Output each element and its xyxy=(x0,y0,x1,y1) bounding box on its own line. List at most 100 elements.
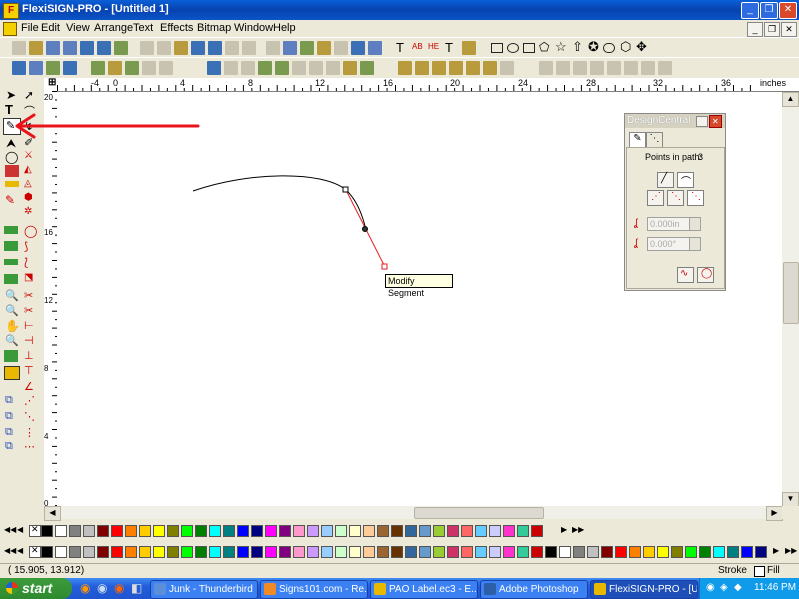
palette-next-icon[interactable]: ▶ xyxy=(773,546,779,555)
text-tool-icon[interactable]: T xyxy=(396,40,404,55)
color-swatch[interactable] xyxy=(643,546,655,558)
panel-close-button[interactable]: ✕ xyxy=(709,115,722,128)
design-central-titlebar[interactable]: DesignCentral ✕ xyxy=(625,114,725,128)
distribute-icon-g[interactable] xyxy=(500,61,514,75)
tray-icon-a[interactable]: ◉ xyxy=(706,582,715,593)
color-swatch[interactable] xyxy=(279,525,291,537)
arrow-shape-icon[interactable]: ⇧ xyxy=(572,39,583,55)
save-all-icon[interactable] xyxy=(63,41,77,55)
rounded-rect-icon[interactable] xyxy=(523,43,535,53)
burst-icon[interactable]: ✪ xyxy=(588,39,599,55)
color-swatch[interactable] xyxy=(461,546,473,558)
text-effect-icon[interactable] xyxy=(462,41,476,55)
menu-text[interactable]: Text xyxy=(133,22,153,34)
color-swatch[interactable] xyxy=(125,525,137,537)
color-swatch[interactable] xyxy=(657,546,669,558)
color-swatch[interactable] xyxy=(307,546,319,558)
color-swatch[interactable] xyxy=(363,546,375,558)
color-swatch[interactable] xyxy=(517,525,529,537)
doc-restore-button[interactable]: ❐ xyxy=(764,22,780,37)
color-swatch[interactable] xyxy=(615,546,627,558)
color-swatch[interactable] xyxy=(741,546,753,558)
path-icon-c[interactable]: ⋮ xyxy=(24,426,38,439)
task-flexisign[interactable]: FlexiSIGN-PRO - [U... xyxy=(590,580,698,599)
close-path-button[interactable]: ◯ xyxy=(697,267,714,283)
color-swatch[interactable] xyxy=(265,525,277,537)
ellipse-icon[interactable] xyxy=(507,43,519,53)
node-edit-icon[interactable]: ➚ xyxy=(24,88,38,102)
task-thunderbird[interactable]: Junk - Thunderbird xyxy=(150,580,258,599)
lock-icon[interactable] xyxy=(159,61,173,75)
scroll-left-button[interactable]: ◀ xyxy=(44,506,61,521)
color-swatch[interactable] xyxy=(727,546,739,558)
ungroup-icon[interactable] xyxy=(29,61,43,75)
scroll-down-button[interactable]: ▼ xyxy=(782,492,799,507)
color-swatch[interactable] xyxy=(251,525,263,537)
color-swatch[interactable] xyxy=(111,546,123,558)
distribute-icon-a[interactable] xyxy=(398,61,412,75)
print-icon[interactable] xyxy=(80,41,94,55)
bitmap-tool-icon[interactable] xyxy=(4,241,18,251)
combine-icon[interactable] xyxy=(46,61,60,75)
ruler-origin-icon[interactable]: ⊞ xyxy=(48,77,56,88)
view-icon-c[interactable] xyxy=(300,41,314,55)
twist-icon[interactable]: ⟅ xyxy=(24,256,38,269)
color-swatch[interactable] xyxy=(447,525,459,537)
distort-icon[interactable]: ⬢ xyxy=(24,192,38,204)
zoom-tool-icon[interactable]: 🔍 xyxy=(5,289,19,302)
color-swatch[interactable] xyxy=(335,525,347,537)
view-icon-a[interactable] xyxy=(266,41,280,55)
color-swatch[interactable] xyxy=(349,525,361,537)
color-swatch[interactable] xyxy=(531,546,543,558)
angle-icon[interactable]: ∠ xyxy=(24,380,38,393)
color-swatch[interactable] xyxy=(433,525,445,537)
view-icon-e[interactable] xyxy=(351,41,365,55)
color-swap-icon[interactable] xyxy=(4,366,20,380)
blend-icon[interactable] xyxy=(4,274,18,284)
distribute-icon-e[interactable] xyxy=(466,61,480,75)
align-icon-e[interactable] xyxy=(275,61,289,75)
doc-minimize-button[interactable]: _ xyxy=(747,22,763,37)
color-swatch[interactable] xyxy=(125,546,137,558)
copy-icon[interactable] xyxy=(157,41,171,55)
space-icon-e[interactable] xyxy=(607,61,621,75)
weld-icon[interactable] xyxy=(91,61,105,75)
color-swatch[interactable] xyxy=(167,525,179,537)
menu-help[interactable]: Help xyxy=(273,22,296,34)
emboss-icon[interactable] xyxy=(4,259,18,265)
node-icon[interactable] xyxy=(108,61,122,75)
menu-effects[interactable]: Effects xyxy=(160,22,193,34)
import-icon[interactable] xyxy=(114,41,128,55)
path-icon-d[interactable]: ⋯ xyxy=(24,440,38,453)
save-icon[interactable] xyxy=(46,41,60,55)
space-icon-d[interactable] xyxy=(590,61,604,75)
toolbar-icon-b[interactable] xyxy=(242,41,256,55)
space-icon-a[interactable] xyxy=(539,61,553,75)
color-swatch[interactable] xyxy=(83,546,95,558)
color-swatch[interactable] xyxy=(363,525,375,537)
align-icon-h[interactable] xyxy=(326,61,340,75)
toolbar-icon-a[interactable] xyxy=(225,41,239,55)
align-icon-b[interactable] xyxy=(224,61,238,75)
color-swatch[interactable] xyxy=(69,525,81,537)
capsule-icon[interactable] xyxy=(603,43,615,53)
space-icon-b[interactable] xyxy=(556,61,570,75)
length-input[interactable]: 0.000in xyxy=(647,217,691,231)
color-swatch[interactable] xyxy=(195,546,207,558)
polygon-icon[interactable]: ⬡ xyxy=(620,39,631,55)
undo-icon[interactable] xyxy=(191,41,205,55)
angle-spinner[interactable] xyxy=(689,237,701,251)
color-swatch[interactable] xyxy=(755,546,767,558)
effect-icon-a[interactable]: ⧉ xyxy=(5,394,19,406)
shadow-icon[interactable]: ✲ xyxy=(24,206,38,218)
color-swatch[interactable] xyxy=(223,546,235,558)
align-icon-j[interactable] xyxy=(360,61,374,75)
node-type-button-c[interactable]: ⋱ xyxy=(687,190,704,206)
quicklaunch-icon[interactable]: ◉ xyxy=(114,581,124,595)
select-arrow-icon[interactable]: ➤ xyxy=(6,88,20,102)
color-swatch[interactable] xyxy=(41,546,53,558)
warp-icon[interactable]: ⟆ xyxy=(24,240,38,253)
column-icon[interactable]: ⊥ xyxy=(24,349,38,362)
vertical-scroll-thumb[interactable] xyxy=(783,262,799,324)
paste-icon[interactable] xyxy=(174,41,188,55)
